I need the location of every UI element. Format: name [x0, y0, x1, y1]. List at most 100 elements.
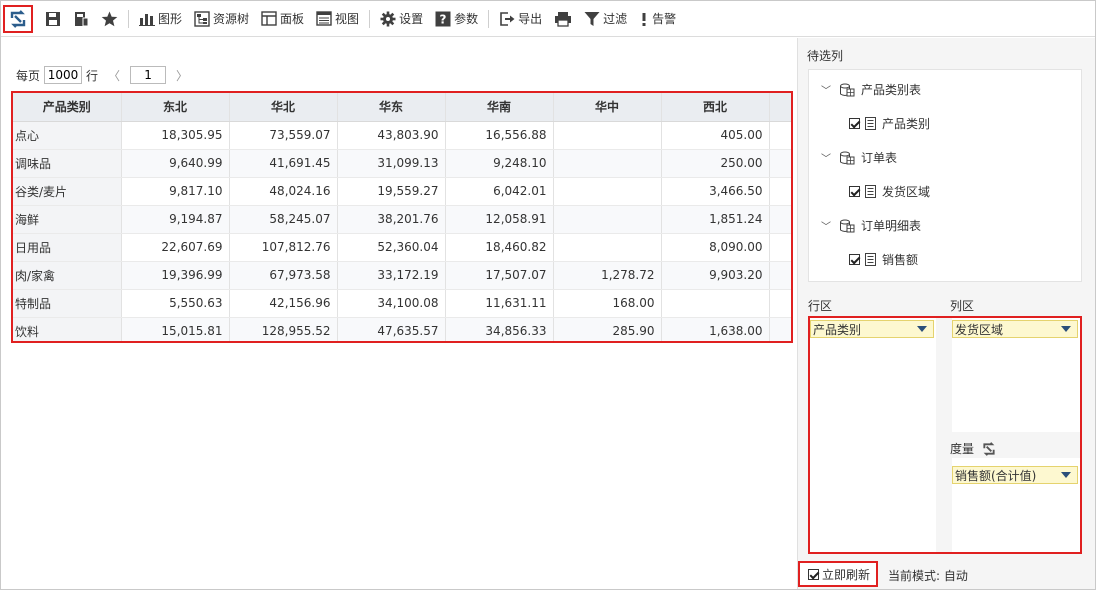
- tree-field-product-category[interactable]: 产品类别: [849, 115, 930, 132]
- auto-refresh-toggle[interactable]: 立即刷新: [798, 561, 878, 587]
- column-header[interactable]: 西北: [661, 93, 770, 122]
- table-cell[interactable]: 52,360.04: [337, 233, 446, 262]
- table-cell[interactable]: 34,856.33: [445, 317, 554, 341]
- corner-header[interactable]: 产品类别: [13, 93, 122, 122]
- tree-table-product-category[interactable]: ﹀ 产品类别表: [821, 81, 921, 98]
- table-cell[interactable]: 3,466.50: [661, 177, 770, 206]
- table-cell[interactable]: 41,691.45: [229, 149, 338, 178]
- table-cell[interactable]: [553, 177, 662, 206]
- table-cell[interactable]: [553, 205, 662, 234]
- dropdown-arrow-icon[interactable]: [917, 326, 927, 332]
- export-button[interactable]: 导出: [493, 5, 548, 33]
- alert-button[interactable]: 告警: [633, 5, 682, 33]
- row-field-pill[interactable]: 产品类别: [810, 320, 934, 338]
- chevron-down-icon[interactable]: ﹀: [821, 150, 831, 165]
- table-cell[interactable]: 19,559.27: [337, 177, 446, 206]
- table-cell[interactable]: 15,015.81: [121, 317, 230, 341]
- auto-refresh-checkbox[interactable]: [808, 568, 819, 580]
- row-header[interactable]: 谷类/麦片: [13, 177, 122, 206]
- filter-button[interactable]: 过滤: [578, 5, 633, 33]
- params-button[interactable]: ? 参数: [429, 5, 484, 33]
- prev-page-button[interactable]: 〈: [108, 67, 120, 84]
- table-cell[interactable]: [661, 289, 770, 318]
- table-cell[interactable]: 285.90: [553, 317, 662, 341]
- table-cell[interactable]: 1,278.72: [553, 261, 662, 290]
- table-cell[interactable]: 17,507.07: [445, 261, 554, 290]
- row-header[interactable]: 调味品: [13, 149, 122, 178]
- table-cell[interactable]: 42,156.96: [229, 289, 338, 318]
- table-cell[interactable]: 107,812.76: [229, 233, 338, 262]
- row-header[interactable]: 海鲜: [13, 205, 122, 234]
- table-cell[interactable]: 9,640.99: [121, 149, 230, 178]
- field-checkbox[interactable]: [849, 186, 860, 197]
- panel-button[interactable]: 面板: [255, 5, 310, 33]
- table-cell[interactable]: 250.00: [661, 149, 770, 178]
- column-header[interactable]: 华东: [337, 93, 446, 122]
- view-button[interactable]: 视图: [310, 5, 365, 33]
- row-header[interactable]: 点心: [13, 121, 122, 150]
- table-cell[interactable]: 73,559.07: [229, 121, 338, 150]
- table-cell[interactable]: 67,973.58: [229, 261, 338, 290]
- chevron-down-icon[interactable]: ﹀: [821, 218, 831, 233]
- table-cell[interactable]: 18,460.82: [445, 233, 554, 262]
- table-cell[interactable]: 9,903.20: [661, 261, 770, 290]
- table-cell[interactable]: 12,058.91: [445, 205, 554, 234]
- column-header[interactable]: 东北: [121, 93, 230, 122]
- table-cell[interactable]: 128,955.52: [229, 317, 338, 341]
- tree-table-orders[interactable]: ﹀ 订单表: [821, 149, 897, 166]
- chevron-down-icon[interactable]: ﹀: [821, 82, 831, 97]
- tree-field-sales[interactable]: 销售额: [849, 251, 918, 268]
- table-cell[interactable]: 31,099.13: [337, 149, 446, 178]
- print-button[interactable]: [548, 5, 578, 33]
- table-cell[interactable]: [553, 121, 662, 150]
- col-field-pill[interactable]: 发货区域: [952, 320, 1078, 338]
- row-header[interactable]: 日用品: [13, 233, 122, 262]
- swap-icon[interactable]: [982, 441, 996, 456]
- table-cell[interactable]: 9,248.10: [445, 149, 554, 178]
- tree-table-order-details[interactable]: ﹀ 订单明细表: [821, 217, 921, 234]
- table-cell[interactable]: 58,245.07: [229, 205, 338, 234]
- table-cell[interactable]: 48,024.16: [229, 177, 338, 206]
- table-cell[interactable]: 34,100.08: [337, 289, 446, 318]
- table-cell[interactable]: 19,396.99: [121, 261, 230, 290]
- save-button[interactable]: [39, 5, 67, 33]
- page-number-input[interactable]: [130, 66, 167, 84]
- table-cell[interactable]: 5,550.63: [121, 289, 230, 318]
- table-cell[interactable]: 18,305.95: [121, 121, 230, 150]
- column-header[interactable]: 华南: [445, 93, 554, 122]
- field-checkbox[interactable]: [849, 254, 860, 265]
- table-cell[interactable]: 16,556.88: [445, 121, 554, 150]
- dropdown-arrow-icon[interactable]: [1061, 326, 1071, 332]
- table-cell[interactable]: 33,172.19: [337, 261, 446, 290]
- table-cell[interactable]: 47,635.57: [337, 317, 446, 341]
- resource-tree-button[interactable]: 资源树: [188, 5, 255, 33]
- table-cell[interactable]: 8,090.00: [661, 233, 770, 262]
- refresh-button[interactable]: [3, 4, 33, 33]
- table-cell[interactable]: [553, 233, 662, 262]
- table-cell[interactable]: 22,607.69: [121, 233, 230, 262]
- row-header[interactable]: 饮料: [13, 317, 122, 341]
- table-cell[interactable]: 6,042.01: [445, 177, 554, 206]
- table-cell[interactable]: 1,638.00: [661, 317, 770, 341]
- field-checkbox[interactable]: [849, 118, 860, 129]
- row-header[interactable]: 特制品: [13, 289, 122, 318]
- table-cell[interactable]: 405.00: [661, 121, 770, 150]
- table-cell[interactable]: [553, 149, 662, 178]
- favorite-button[interactable]: [95, 5, 124, 33]
- measure-field-pill[interactable]: 销售额(合计值): [952, 466, 1078, 484]
- table-cell[interactable]: 168.00: [553, 289, 662, 318]
- column-header[interactable]: 华中: [553, 93, 662, 122]
- table-cell[interactable]: 11,631.11: [445, 289, 554, 318]
- table-cell[interactable]: 9,194.87: [121, 205, 230, 234]
- table-cell[interactable]: 1,851.24: [661, 205, 770, 234]
- page-size-input[interactable]: [44, 66, 83, 84]
- tree-field-ship-region[interactable]: 发货区域: [849, 183, 930, 200]
- row-header[interactable]: 肉/家禽: [13, 261, 122, 290]
- table-cell[interactable]: 38,201.76: [337, 205, 446, 234]
- settings-button[interactable]: 设置: [374, 5, 429, 33]
- table-cell[interactable]: 9,817.10: [121, 177, 230, 206]
- chart-button[interactable]: 图形: [133, 5, 188, 33]
- dropdown-arrow-icon[interactable]: [1061, 472, 1071, 478]
- table-cell[interactable]: 43,803.90: [337, 121, 446, 150]
- next-page-button[interactable]: 〉: [176, 67, 188, 84]
